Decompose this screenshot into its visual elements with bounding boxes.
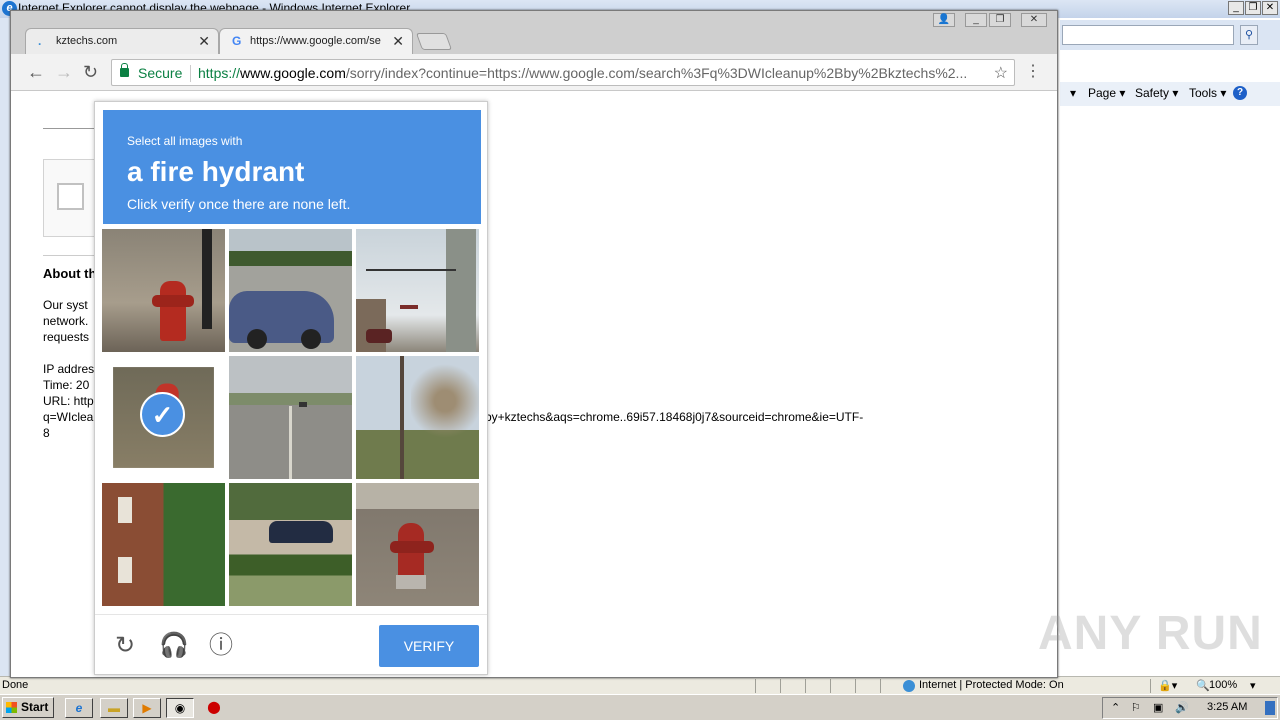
- help-icon[interactable]: ?: [1233, 86, 1247, 100]
- selected-check-icon: ✓: [140, 392, 185, 437]
- lock-icon: [120, 63, 129, 77]
- ie-taskbar-icon[interactable]: e: [65, 698, 93, 718]
- ip-address-line: IP addres: [43, 362, 95, 376]
- url-host: www.google.com: [240, 65, 346, 81]
- about-heading: About th: [43, 266, 97, 281]
- url-query-end: 8: [43, 426, 50, 440]
- verify-button[interactable]: VERIFY: [379, 625, 479, 667]
- flag-icon[interactable]: ⚐: [1131, 701, 1141, 714]
- image-tile-highway[interactable]: [229, 356, 352, 479]
- forward-arrow-icon[interactable]: →: [55, 63, 73, 81]
- tab-label: kztechs.com: [56, 35, 118, 47]
- clock[interactable]: 3:25 AM: [1207, 701, 1247, 713]
- ie-cmd-tools[interactable]: Tools ▾: [1189, 86, 1226, 100]
- url-path: /sorry/index?continue=https://www.google…: [345, 65, 968, 81]
- chrome-taskbar-icon[interactable]: ◉: [166, 698, 194, 718]
- menu-dots-icon[interactable]: ⋮: [1025, 64, 1041, 80]
- show-desktop-button[interactable]: [1265, 701, 1275, 715]
- body-line-3: requests: [43, 330, 90, 344]
- url-scheme: https://: [198, 65, 241, 81]
- audio-challenge-icon[interactable]: 🎧: [159, 632, 189, 660]
- zoom-icon: 🔍: [1196, 680, 1210, 692]
- back-arrow-icon[interactable]: ←: [27, 63, 45, 81]
- image-grid: ✓: [102, 229, 482, 609]
- url-text: https://www.google.com/sorry/index?conti…: [198, 65, 967, 81]
- reload-challenge-icon[interactable]: ↻: [111, 632, 139, 660]
- profile-icon[interactable]: 👤: [933, 13, 955, 27]
- tab-close-icon[interactable]: ✕: [392, 33, 404, 50]
- body-line-2: network.: [43, 314, 89, 328]
- ie-restore-button[interactable]: ❐: [1245, 1, 1261, 15]
- info-icon[interactable]: ⓘ: [207, 632, 235, 660]
- recaptcha-anchor: [43, 159, 101, 237]
- anyrun-watermark: ANY RUN: [1038, 607, 1263, 660]
- ie-close-button[interactable]: ✕: [1262, 1, 1278, 15]
- challenge-footer: ↻ 🎧 ⓘ VERIFY: [95, 614, 487, 674]
- image-tile-hydrant-grass[interactable]: ✓: [102, 356, 225, 479]
- tab-close-icon[interactable]: ✕: [198, 33, 210, 50]
- ie-cmd-safety[interactable]: Safety ▾: [1135, 86, 1178, 100]
- status-zone: Internet | Protected Mode: On: [919, 679, 1064, 691]
- instruction-post: Click verify once there are none left.: [127, 196, 351, 212]
- ie-minimize-button[interactable]: _: [1228, 1, 1244, 15]
- body-line-1: Our syst: [43, 298, 88, 312]
- secure-label: Secure: [138, 65, 183, 81]
- image-tile-building[interactable]: [102, 483, 225, 606]
- status-text: Done: [2, 679, 29, 691]
- start-button[interactable]: Start: [2, 697, 54, 718]
- ie-search-input[interactable]: [1062, 25, 1234, 45]
- ie-status-bar: Done Internet | Protected Mode: On 🔒▾ 🔍 …: [0, 676, 1280, 694]
- restore-button[interactable]: ❐: [989, 13, 1011, 27]
- new-tab-button[interactable]: [415, 33, 453, 50]
- divider: [43, 255, 101, 256]
- volume-icon[interactable]: 🔊: [1175, 701, 1189, 714]
- time-line: Time: 20: [43, 378, 90, 392]
- divider: [43, 128, 101, 129]
- reload-icon[interactable]: ↻: [83, 63, 98, 81]
- media-player-icon[interactable]: ▶: [133, 698, 161, 718]
- chrome-toolbar: ← → ↻ Secure https://www.google.com/sorr…: [11, 54, 1057, 91]
- search-icon[interactable]: ⚲: [1240, 25, 1258, 45]
- recaptcha-challenge: Select all images with a fire hydrant Cl…: [94, 101, 488, 675]
- explorer-folder-icon[interactable]: ▬: [100, 698, 128, 718]
- google-favicon-icon: G: [232, 34, 242, 48]
- tab-google[interactable]: G https://www.google.com/se ✕: [219, 28, 413, 55]
- image-tile-street-car[interactable]: [229, 229, 352, 352]
- image-tile-traffic-light[interactable]: [356, 229, 479, 352]
- ie-cmd-chevron[interactable]: ▾: [1070, 86, 1076, 100]
- show-hidden-icons-icon[interactable]: ⌃: [1111, 701, 1120, 714]
- lock-status-icon[interactable]: 🔒▾: [1158, 679, 1177, 692]
- globe-icon: [903, 680, 915, 692]
- tab-label: https://www.google.com/se: [250, 35, 381, 47]
- page-favicon-icon: .: [38, 34, 42, 48]
- close-button[interactable]: ✕: [1021, 13, 1047, 27]
- opera-taskbar-icon[interactable]: ⬤: [200, 698, 228, 718]
- zoom-dropdown-icon[interactable]: ▾: [1250, 679, 1256, 692]
- url-query-tail: by+kztechs&aqs=chrome..69i57.18468j0j7&s…: [485, 410, 864, 424]
- taskbar: Start e ▬ ▶ ◉ ⬤ ⌃ ⚐ ▣ 🔊 3:25 AM: [0, 694, 1280, 720]
- recaptcha-checkbox[interactable]: [57, 183, 84, 210]
- image-tile-hydrant-2[interactable]: [356, 483, 479, 606]
- image-tile-hydrant[interactable]: [102, 229, 225, 352]
- url-query-line: q=WIclea: [43, 410, 94, 424]
- system-tray: ⌃ ⚐ ▣ 🔊: [1102, 697, 1278, 719]
- address-bar[interactable]: Secure https://www.google.com/sorry/inde…: [111, 59, 1015, 86]
- tab-kztechs[interactable]: . kztechs.com ✕: [25, 28, 219, 55]
- instruction-object: a fire hydrant: [127, 156, 305, 187]
- url-line: URL: http: [43, 394, 94, 408]
- network-icon[interactable]: ▣: [1153, 701, 1163, 714]
- status-zoom[interactable]: 100%: [1209, 679, 1237, 691]
- ie-cmd-page[interactable]: Page ▾: [1088, 86, 1125, 100]
- challenge-header: Select all images with a fire hydrant Cl…: [103, 110, 481, 224]
- bookmark-star-icon[interactable]: ☆: [994, 63, 1008, 83]
- tab-strip: . kztechs.com ✕ G https://www.google.com…: [11, 11, 1057, 55]
- image-tile-tree[interactable]: [356, 356, 479, 479]
- image-tile-parked-car[interactable]: [229, 483, 352, 606]
- instruction-pre: Select all images with: [127, 134, 243, 148]
- minimize-button[interactable]: _: [965, 13, 987, 27]
